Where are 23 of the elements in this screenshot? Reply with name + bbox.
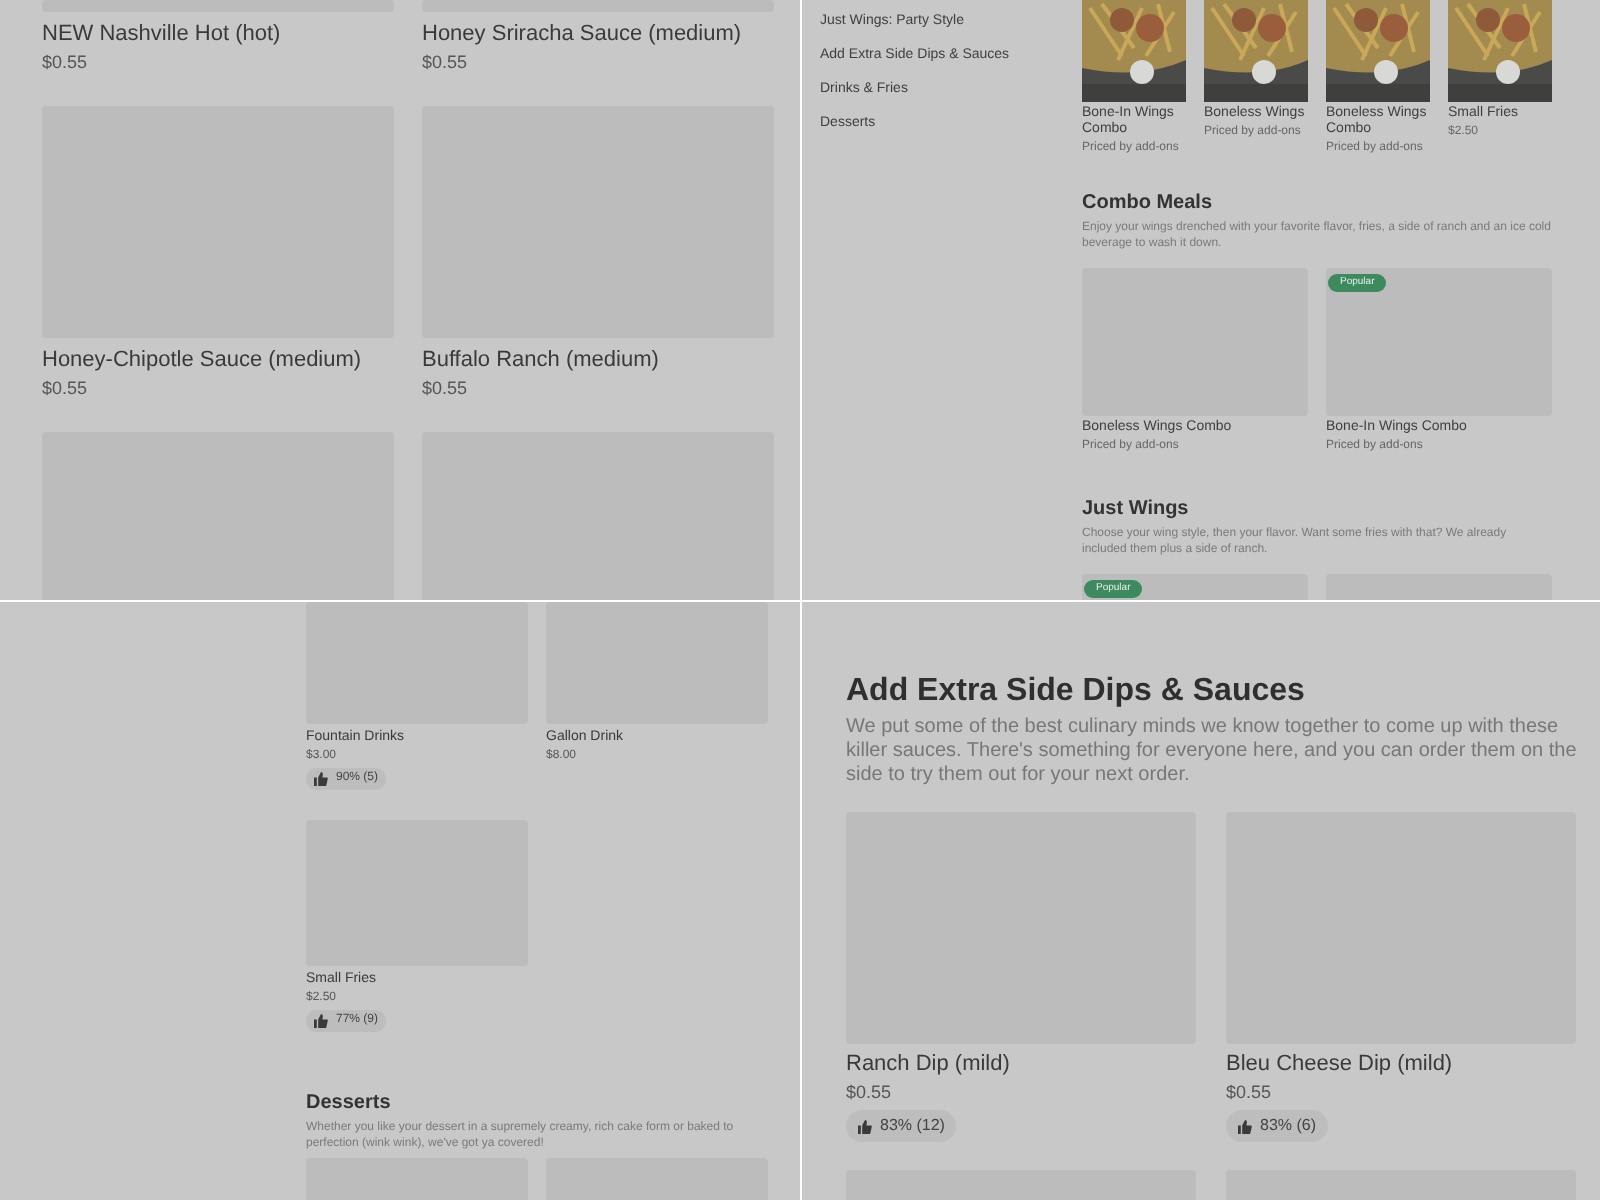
item-price: $0.55 bbox=[422, 50, 470, 74]
item-price: $0.55 bbox=[42, 376, 90, 400]
thumbs-up-icon bbox=[858, 1119, 872, 1133]
thumbs-up-icon bbox=[314, 1014, 328, 1028]
section-title: Combo Meals bbox=[1082, 192, 1215, 216]
item-name: Bleu Cheese Dip (mild) bbox=[1226, 1050, 1455, 1078]
item-name: NEW Nashville Hot (hot) bbox=[42, 20, 283, 48]
section-description: We put some of the best culinary minds we know together to come up with these killer sauces. There's something for everyone here, and you can order them on the side to try them out for your next order. bbox=[846, 716, 1579, 788]
item-name: Ranch Dip (mild) bbox=[846, 1050, 1012, 1078]
item-name: Honey Sriracha Sauce (medium) bbox=[422, 20, 744, 48]
section-title: Desserts bbox=[306, 1092, 393, 1116]
item-price: $0.55 bbox=[422, 376, 470, 400]
section-title: Add Extra Side Dips & Sauces bbox=[846, 672, 1307, 712]
section-title: Just Wings bbox=[1082, 498, 1191, 522]
rating-badge: 83% (12) bbox=[846, 1110, 957, 1142]
thumbs-up-icon bbox=[314, 772, 328, 786]
thumbs-up-icon bbox=[1238, 1119, 1252, 1133]
item-price: $0.55 bbox=[846, 1080, 894, 1104]
rating-badge: 83% (6) bbox=[1226, 1110, 1329, 1142]
item-name: Honey-Chipotle Sauce (medium) bbox=[42, 346, 364, 374]
item-price: $0.55 bbox=[1226, 1080, 1274, 1104]
item-name: Buffalo Ranch (medium) bbox=[422, 346, 661, 374]
item-price: $0.55 bbox=[42, 50, 90, 74]
